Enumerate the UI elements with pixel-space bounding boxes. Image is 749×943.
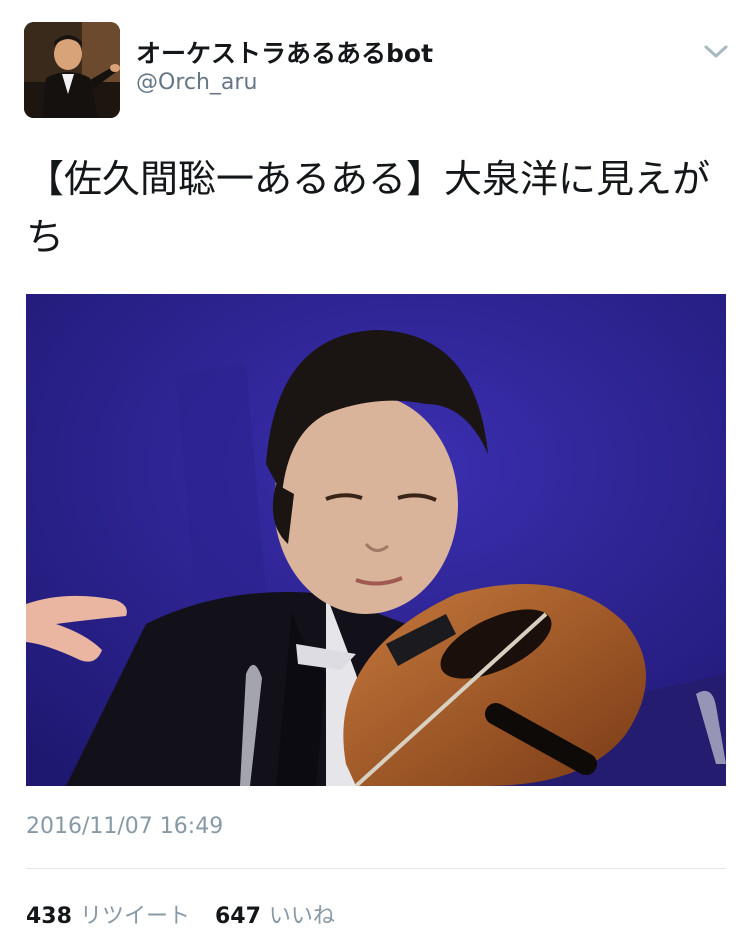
likes-count: 647 xyxy=(214,904,261,929)
user-handle[interactable]: @Orch_aru xyxy=(136,70,257,95)
tweet-text: 【佐久間聡一あるある】大泉洋に見えがち xyxy=(26,157,711,259)
retweets-label: リツイート xyxy=(79,904,190,929)
tweet-stats: 438 リツイート 647 いいね xyxy=(26,898,353,930)
more-menu-button[interactable] xyxy=(700,38,732,66)
retweets-count: 438 xyxy=(26,904,72,929)
tweet-timestamp[interactable]: 2016/11/07 16:49 xyxy=(26,814,223,839)
likes-label: いいね xyxy=(268,904,335,929)
divider xyxy=(26,868,726,869)
display-name[interactable]: オーケストラあるあるbot xyxy=(136,34,433,70)
avatar[interactable] xyxy=(24,22,120,118)
likes-stat[interactable]: 647 いいね xyxy=(215,898,335,930)
tweet-media[interactable] xyxy=(26,294,726,786)
violinist-photo xyxy=(26,294,726,786)
chevron-down-icon xyxy=(704,45,728,58)
retweets-stat[interactable]: 438 リツイート xyxy=(26,898,190,930)
avatar-image xyxy=(24,22,120,118)
